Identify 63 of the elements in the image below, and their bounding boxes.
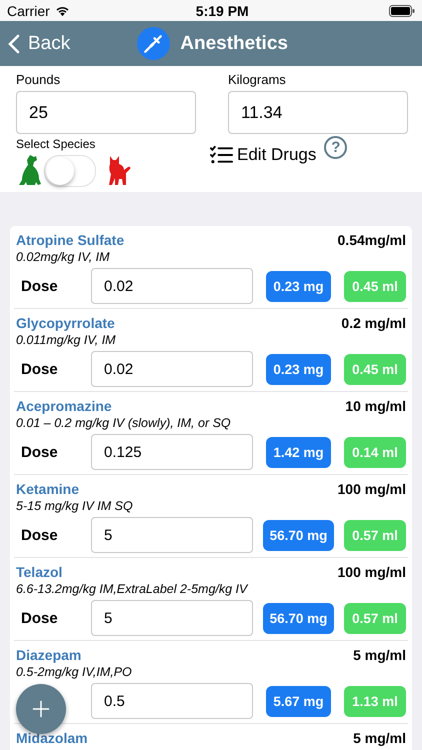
drug-concentration: 10 mg/ml (345, 398, 406, 414)
checklist-icon (210, 145, 233, 165)
dose-label: Dose (20, 610, 59, 626)
dose-field[interactable]: 0.125 (91, 434, 253, 470)
mg-result: 56.70 mg (262, 520, 334, 550)
mg-result: 0.23 mg (266, 354, 331, 384)
dosing-note: 0.02mg/kg IV, IM (16, 249, 111, 266)
drug-name: Atropine Sulfate (16, 232, 124, 248)
ml-result: 0.14 ml (344, 436, 406, 468)
ml-result: 0.57 ml (344, 602, 406, 634)
dosing-note: 0.5-2mg/kg IV,IM,PO (16, 664, 133, 681)
dose-label: Dose (20, 526, 59, 544)
field-label: Kilograms (228, 72, 287, 88)
dose-label: Dose (20, 444, 59, 460)
cat-icon (106, 154, 132, 186)
drug-name: Ketamine (16, 480, 80, 496)
ml-result: 0.45 ml (344, 354, 406, 384)
drug-concentration: 0.2 mg/ml (341, 314, 406, 330)
dose-field[interactable]: 0.02 (91, 351, 253, 387)
dose-field[interactable]: 5 (91, 517, 253, 553)
drug-concentration: 100 mg/ml (338, 564, 406, 580)
plus-icon (32, 700, 50, 718)
kilograms-field[interactable]: 11.34 (228, 91, 408, 134)
chevron-icon (8, 34, 20, 54)
edit-drugs-button[interactable]: Edit Drugs (210, 145, 316, 165)
help-button[interactable]: ? (324, 136, 348, 159)
carrier-name: Carrier (7, 2, 50, 18)
dosing-note: 0.01 – 0.2 mg/kg IV (slowly), IM, or SQ (16, 415, 232, 432)
ml-result: 0.45 ml (344, 270, 406, 302)
ml-result: 0.57 ml (344, 520, 406, 550)
back-button[interactable]: Back (0, 32, 70, 54)
battery-icon (389, 4, 415, 16)
dose-label: Dose (20, 278, 59, 294)
dosing-note: 5-15 mg/kg IV IM SQ (16, 498, 134, 515)
mg-result: 1.42 mg (266, 436, 331, 468)
drug-name: Midazolam (16, 730, 88, 746)
screen-title: Anesthetics (180, 32, 288, 54)
drug-name: Telazol (16, 564, 62, 580)
wifi-icon (54, 4, 70, 16)
ml-result: 1.13 ml (344, 686, 406, 716)
pounds-field[interactable]: 25 (16, 91, 196, 134)
dose-field[interactable]: 0.02 (91, 268, 253, 304)
mg-result: 56.70 mg (262, 602, 334, 634)
species-label: Select Species (16, 137, 96, 151)
drug-concentration: 0.54mg/ml (338, 232, 406, 248)
dosing-note: 6.6-13.2mg/kg IM,ExtraLabel 2-5mg/kg IV (16, 581, 250, 598)
dose-field[interactable]: 5 (91, 600, 253, 636)
drug-concentration: 5 mg/ml (353, 730, 406, 746)
dose-label: Dose (20, 360, 59, 378)
species-switch[interactable] (44, 155, 96, 187)
syringe-icon (137, 27, 170, 60)
mg-result: 0.23 mg (266, 270, 331, 302)
field-label: Pounds (16, 72, 62, 88)
dose-field[interactable]: 0.5 (91, 683, 253, 719)
mg-result: 5.67 mg (266, 686, 331, 716)
drug-concentration: 5 mg/ml (353, 646, 406, 662)
drug-name: Acepromazine (16, 398, 112, 414)
dog-icon (16, 154, 42, 186)
drug-name: Glycopyrrolate (16, 314, 115, 330)
drug-concentration: 100 mg/ml (338, 480, 406, 496)
drug-name: Diazepam (16, 646, 82, 662)
dosing-note: 0.011mg/kg IV, IM (16, 332, 117, 349)
status-time: 5:19 PM (196, 2, 250, 18)
